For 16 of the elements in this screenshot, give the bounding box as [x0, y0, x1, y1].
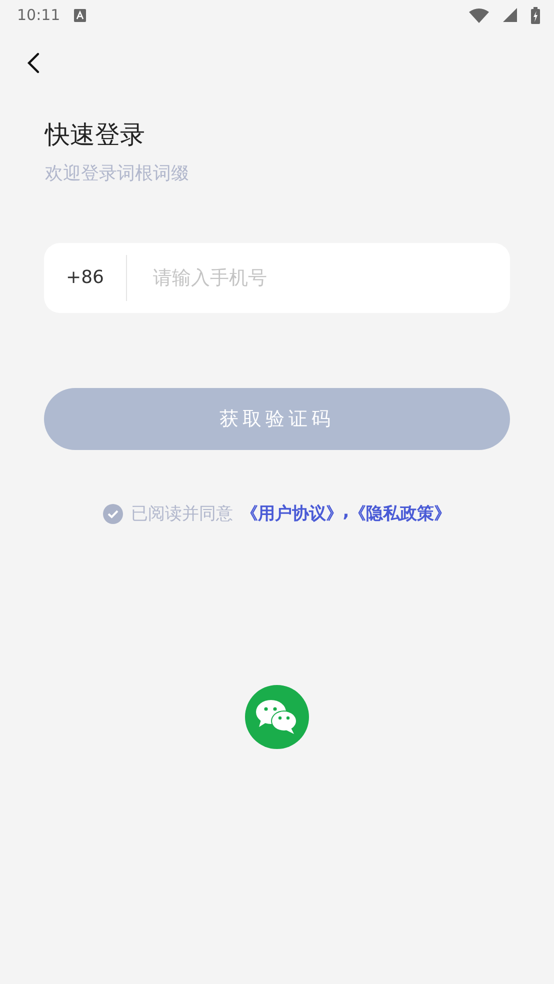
- checkbox[interactable]: [102, 504, 123, 524]
- privacy-link[interactable]: 《隐私政策》: [349, 502, 452, 525]
- battery-icon: [531, 6, 540, 24]
- wifi-icon: [469, 8, 489, 22]
- terms-link[interactable]: 《用户协议》: [240, 502, 343, 525]
- page-subtitle: 欢迎登录词根词缀: [45, 162, 190, 185]
- signal-icon: [503, 8, 517, 22]
- chevron-left-icon: [26, 52, 40, 74]
- agreement-text: 已阅读并同意: [130, 503, 233, 525]
- country-code[interactable]: +86: [44, 255, 127, 301]
- status-time: 10:11: [17, 6, 60, 24]
- page-title: 快速登录: [45, 119, 146, 151]
- keyboard-icon: [74, 8, 86, 22]
- phone-field[interactable]: +86 请输入手机号: [44, 243, 510, 313]
- chat-bubbles-icon: [255, 698, 299, 736]
- separator-comma: ,: [342, 502, 350, 524]
